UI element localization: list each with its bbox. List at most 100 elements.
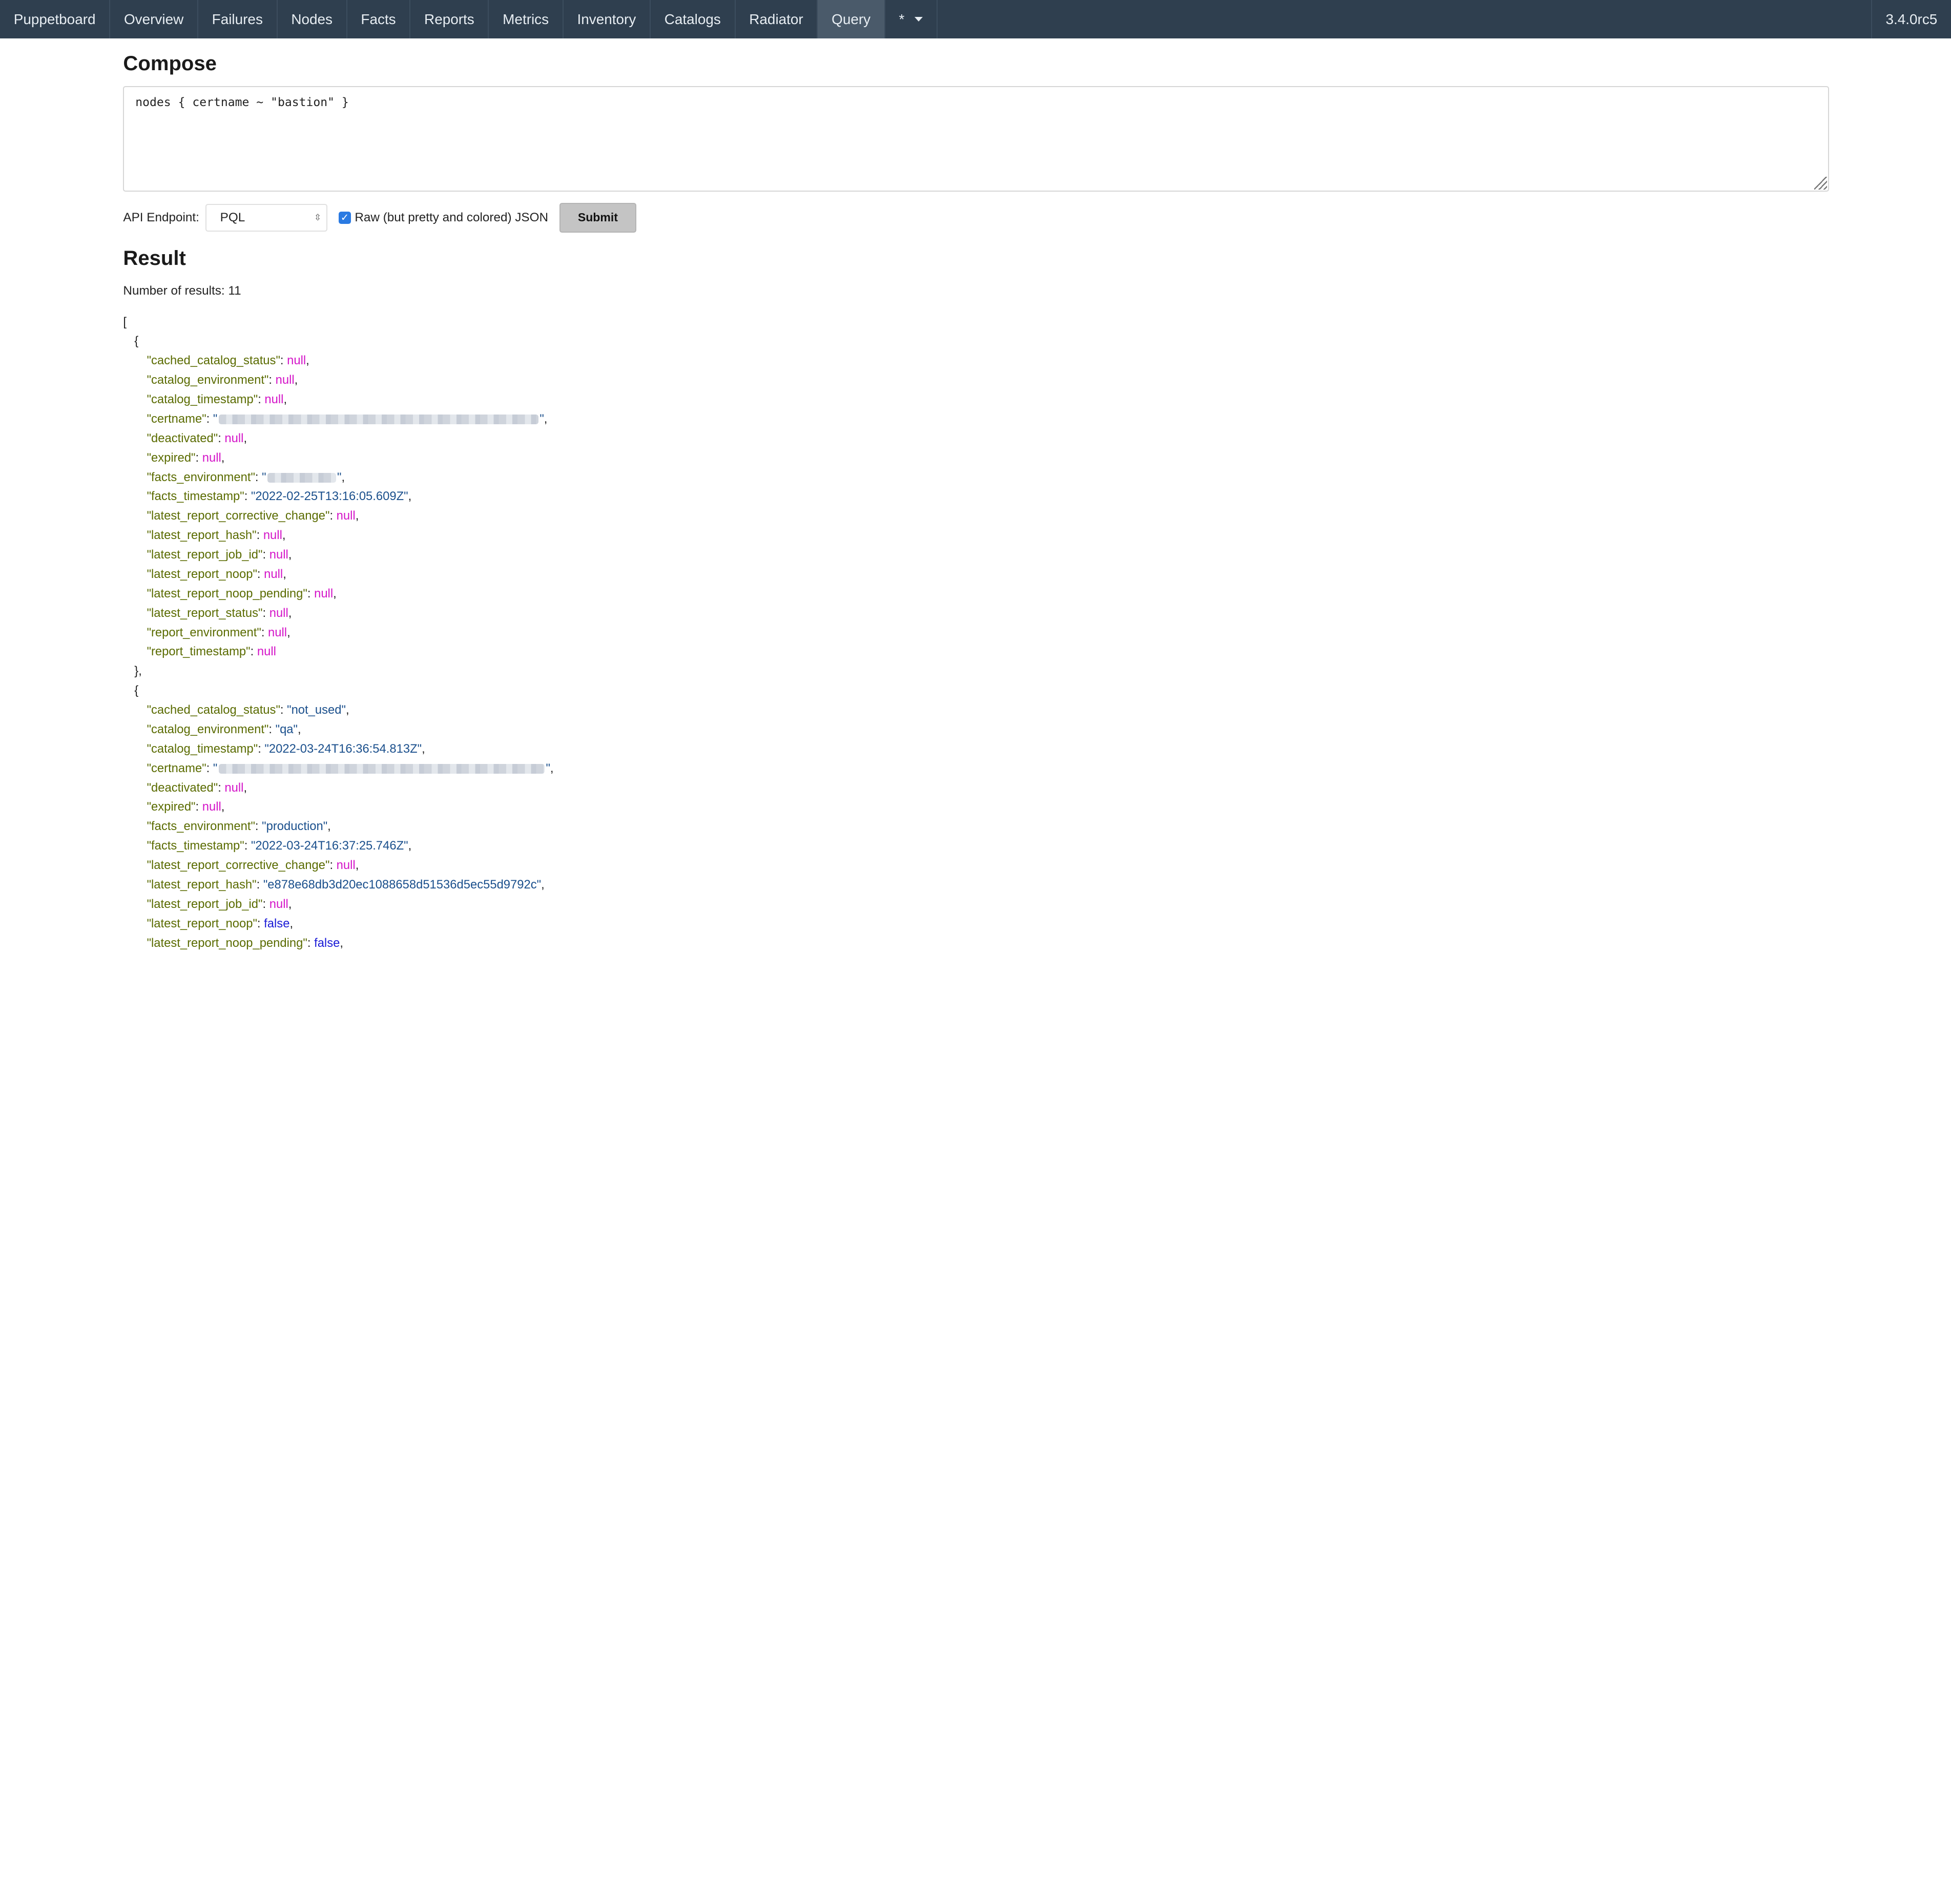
json-brace-open: { [134,684,139,698]
json-key: "expired" [147,800,196,814]
result-count: Number of results: 11 [123,284,241,298]
json-field: "deactivated": null, [123,778,1829,798]
json-colon: : [329,858,337,872]
json-string-value: "2022-03-24T16:37:25.746Z" [251,839,408,853]
json-string-value: "e878e68db3d20ec1088658d51536d5ec55d9792… [263,877,542,892]
json-comma: , [221,800,225,814]
nav-item-inventory[interactable]: Inventory [564,0,651,39]
json-field: "catalog_environment": "qa", [123,720,1829,739]
nav-item-radiator[interactable]: Radiator [736,0,818,39]
json-string-value: "production" [262,819,328,834]
json-key: "facts_environment" [147,470,255,484]
json-key: "report_timestamp" [147,645,251,659]
nav-item-facts[interactable]: Facts [347,0,411,39]
endpoint-selected-value: PQL [220,210,245,224]
json-comma: , [282,528,286,543]
json-key: "facts_timestamp" [147,489,244,504]
json-null-value: null [202,450,221,465]
chevron-updown-icon: ⇳ [314,212,322,222]
json-colon: : [258,392,265,406]
json-key: "latest_report_job_id" [147,897,263,911]
json-colon: : [250,645,257,659]
json-null-value: null [336,509,356,523]
json-field: "cached_catalog_status": "not_used", [123,700,1829,720]
nav-more-dropdown[interactable]: * [885,0,938,39]
json-comma: , [355,858,359,872]
json-string-value: "2022-02-25T13:16:05.609Z" [251,489,408,504]
nav-item-catalogs[interactable]: Catalogs [651,0,736,39]
nav-label: Facts [361,11,396,27]
json-field: "cached_catalog_status": null, [123,351,1829,370]
json-colon: : [257,567,264,581]
nav-item-failures[interactable]: Failures [198,0,278,39]
query-text: nodes { certname ~ "bastion" } [135,95,349,109]
json-field: "expired": null, [123,448,1829,468]
json-colon: : [195,800,202,814]
json-field: "certname": " ", [123,759,1829,778]
json-comma: , [288,897,292,911]
json-colon: : [255,470,262,484]
submit-button[interactable]: Submit [559,202,636,233]
nav-brand-puppetboard[interactable]: Puppetboard [0,0,111,39]
json-colon: : [206,761,213,775]
json-colon: : [268,722,276,736]
nav-item-query[interactable]: Query [818,0,885,39]
json-field: "deactivated": null, [123,429,1829,448]
json-comma: , [550,761,554,775]
json-brace-close: }, [134,664,142,678]
json-key: "latest_report_hash" [147,877,257,892]
json-field: "catalog_timestamp": null, [123,390,1829,409]
json-string-value: "2022-03-24T16:36:54.813Z" [264,741,422,756]
nav-label: Inventory [577,11,636,27]
json-null-value: null [268,625,287,639]
json-colon: : [280,354,287,368]
nav-item-nodes[interactable]: Nodes [278,0,347,39]
json-field: "facts_environment": " ", [123,468,1829,487]
nav-item-reports[interactable]: Reports [410,0,489,39]
json-colon: : [268,373,276,387]
json-key: "catalog_environment" [147,722,269,736]
json-key: "deactivated" [147,780,218,795]
json-field: "latest_report_noop": false, [123,914,1829,934]
nav-label: Query [832,11,871,27]
json-colon: : [257,916,264,930]
json-comma: , [306,354,309,368]
json-null-value: null [275,373,295,387]
json-null-value: null [224,780,244,795]
json-comma: , [289,916,294,930]
json-quote: " [546,761,550,775]
json-key: "latest_report_hash" [147,528,257,543]
result-heading: Result [123,247,186,270]
nav-label: Overview [123,11,184,27]
query-editor[interactable]: nodes { certname ~ "bastion" } [123,86,1830,192]
json-comma: , [294,373,298,387]
json-colon: : [329,509,337,523]
json-key: "certname" [147,411,206,426]
json-bracket-open: [ [123,315,127,329]
raw-json-label[interactable]: Raw (but pretty and colored) JSON [355,211,548,225]
json-key: "latest_report_status" [147,606,263,620]
json-key: "catalog_timestamp" [147,392,258,406]
resize-handle-icon[interactable] [1814,177,1827,190]
raw-json-checkbox[interactable]: ✓ [338,211,351,224]
json-comma: , [221,450,225,465]
compose-heading: Compose [123,52,217,75]
json-colon: : [206,411,213,426]
json-field: "facts_timestamp": "2022-02-25T13:16:05.… [123,487,1829,506]
json-field: "certname": " ", [123,409,1829,429]
json-key: "latest_report_job_id" [147,548,263,562]
json-comma: , [327,819,331,834]
json-comma: , [333,586,337,601]
json-quote: " [213,761,218,775]
json-null-value: null [263,528,282,543]
nav-item-overview[interactable]: Overview [110,0,198,39]
json-colon: : [255,819,262,834]
json-colon: : [262,548,269,562]
endpoint-select[interactable]: PQL ⇳ [205,204,327,232]
json-null-value: null [314,586,334,601]
nav-item-metrics[interactable]: Metrics [489,0,564,39]
json-field: "latest_report_hash": "e878e68db3d20ec10… [123,875,1829,895]
json-output: [ { "cached_catalog_status": null, "catalog… [123,313,1829,952]
json-comma: , [288,548,292,562]
json-colon: : [307,586,315,601]
